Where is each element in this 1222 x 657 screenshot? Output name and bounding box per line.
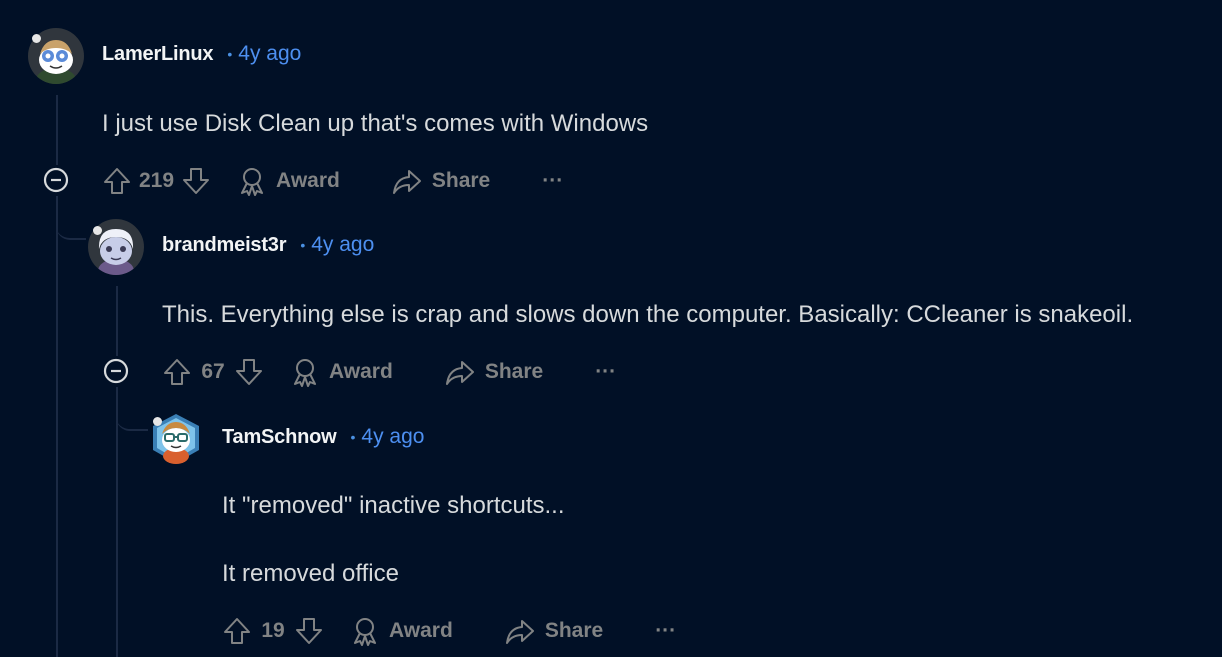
comment-meta: TamSchnow • 4y ago (222, 425, 424, 449)
collapse-icon (103, 358, 129, 384)
share-button[interactable]: Share (392, 167, 490, 195)
downvote-icon (236, 359, 262, 385)
share-label: Share (544, 619, 604, 642)
award-icon (241, 168, 264, 196)
share-label: Share (484, 360, 544, 383)
more-options-icon: ··· (542, 169, 564, 192)
online-indicator (153, 417, 162, 426)
comment-meta: LamerLinux • 4y ago (102, 42, 301, 66)
more-options-button[interactable]: ··· (542, 169, 563, 193)
award-icon (294, 359, 316, 387)
award-button[interactable]: Award (351, 616, 453, 646)
thread-line-1[interactable] (56, 95, 58, 165)
comment-actions: 67 Award Share ··· (161, 352, 616, 392)
more-options-button[interactable]: ··· (655, 619, 676, 643)
downvote-button[interactable] (180, 165, 212, 197)
upvote-button[interactable] (221, 615, 253, 647)
vote-score: 219 (139, 169, 175, 192)
downvote-icon (296, 618, 322, 644)
more-options-button[interactable]: ··· (595, 360, 616, 384)
collapse-icon (43, 167, 69, 193)
separator-dot: • (300, 237, 306, 253)
upvote-button[interactable] (101, 165, 133, 197)
comment-thread: LamerLinux • 4y ago I just use Disk Clea… (0, 0, 1222, 657)
share-icon (392, 170, 421, 194)
more-options-icon: ··· (655, 619, 677, 642)
comment-body: This. Everything else is crap and slows … (162, 301, 1134, 328)
thread-branch-2 (116, 387, 148, 431)
downvote-button[interactable] (233, 356, 265, 388)
thread-line-2[interactable] (116, 286, 118, 356)
award-label: Award (329, 360, 393, 383)
share-button[interactable]: Share (445, 358, 543, 386)
online-indicator (32, 34, 41, 43)
username[interactable]: brandmeist3r (162, 234, 287, 257)
award-icon (354, 618, 376, 646)
share-icon (505, 620, 534, 644)
upvote-icon (224, 618, 250, 644)
collapse-button[interactable] (103, 358, 129, 384)
share-button[interactable]: Share (505, 617, 603, 645)
downvote-button[interactable] (293, 615, 325, 647)
award-label: Award (389, 619, 453, 642)
upvote-button[interactable] (161, 356, 193, 388)
award-button[interactable]: Award (238, 166, 340, 196)
comment-body-line: It "removed" inactive shortcuts... (222, 492, 565, 519)
vote-score: 67 (201, 360, 225, 383)
downvote-icon (183, 168, 210, 194)
timestamp[interactable]: 4y ago (361, 425, 424, 449)
award-button[interactable]: Award (291, 357, 393, 387)
timestamp[interactable]: 4y ago (238, 42, 301, 66)
separator-dot: • (350, 429, 356, 445)
thread-branch-1 (56, 196, 86, 240)
separator-dot: • (227, 46, 233, 62)
username[interactable]: LamerLinux (102, 43, 214, 66)
share-icon (445, 361, 474, 385)
online-indicator (93, 226, 102, 235)
award-label: Award (276, 169, 340, 192)
username[interactable]: TamSchnow (222, 426, 337, 449)
comment-actions: 219 Award Share ··· (101, 161, 563, 201)
timestamp[interactable]: 4y ago (311, 233, 374, 257)
thread-line-2-lower[interactable] (116, 387, 118, 657)
thread-line-1-lower[interactable] (56, 196, 58, 657)
share-label: Share (431, 169, 491, 192)
comment-body-line: It removed office (222, 560, 399, 587)
upvote-icon (164, 359, 190, 385)
vote-score: 19 (261, 619, 285, 642)
comment-body: I just use Disk Clean up that's comes wi… (102, 110, 649, 137)
upvote-icon (104, 168, 130, 194)
more-options-icon: ··· (595, 360, 617, 383)
comment-actions: 19 Award Share ··· (221, 611, 676, 651)
comment-meta: brandmeist3r • 4y ago (162, 233, 374, 257)
collapse-button[interactable] (43, 167, 69, 193)
